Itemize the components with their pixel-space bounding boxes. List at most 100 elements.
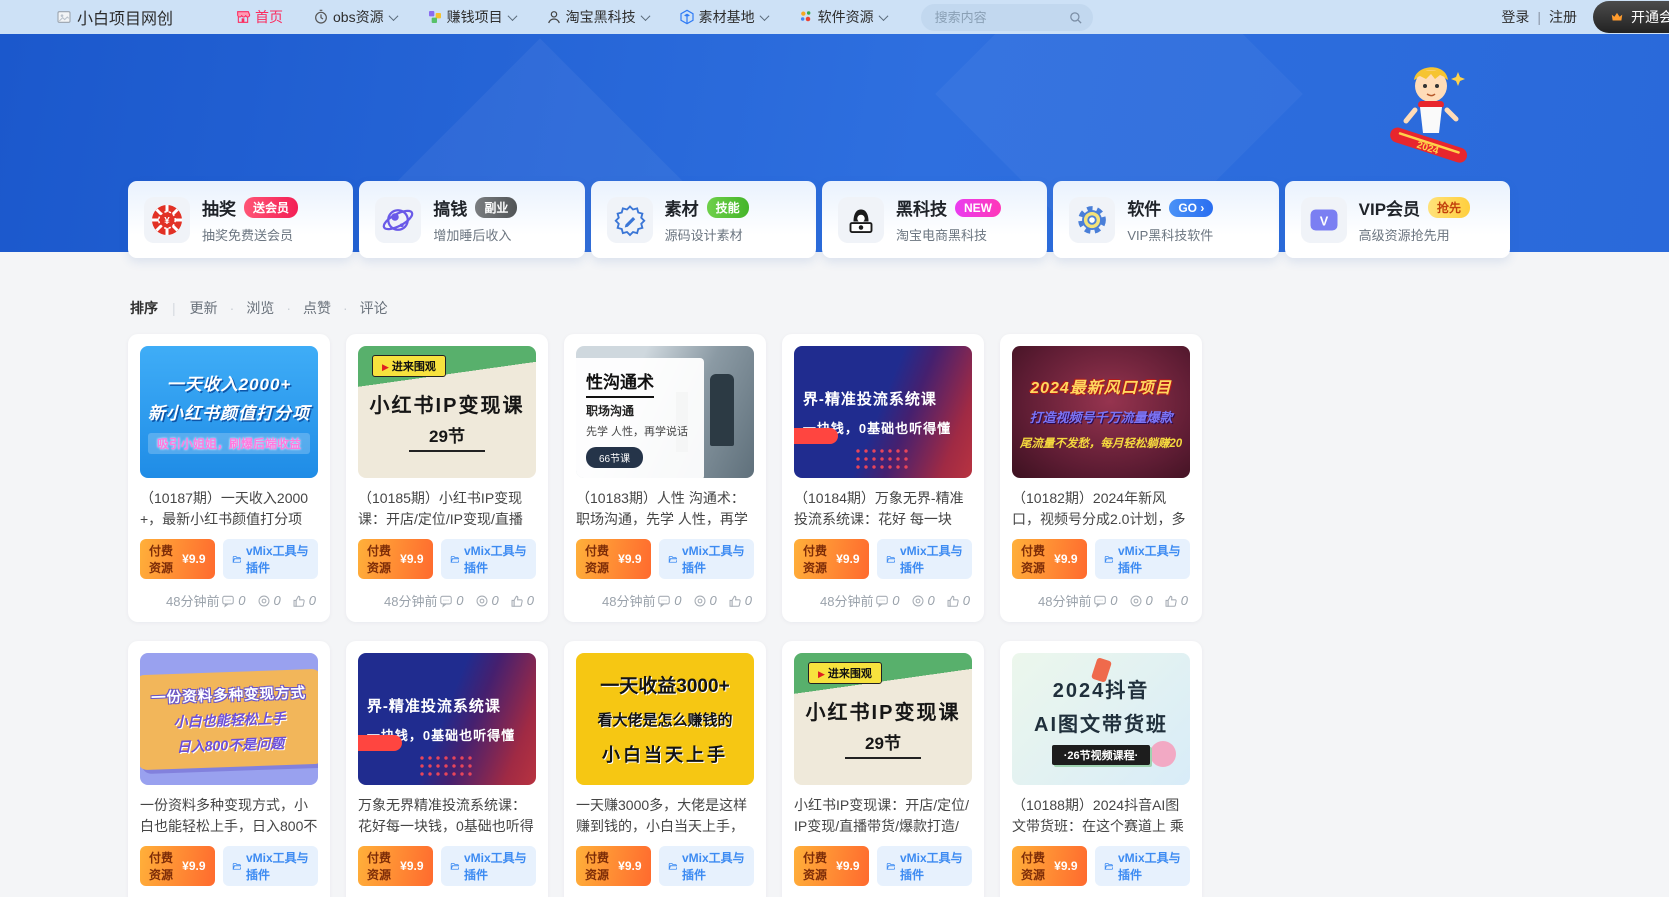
category-tag[interactable]: vMix工具与插件: [1095, 539, 1190, 579]
thumbnail-text-line: 进来围观: [808, 662, 882, 684]
category-tag[interactable]: vMix工具与插件: [1095, 846, 1190, 886]
price-tag-label: 付费资源: [367, 849, 395, 883]
price-tag[interactable]: 付费资源¥9.9: [794, 539, 869, 579]
project-title[interactable]: （10188期）2024抖音AI图文带货班：在这个赛道上 乘风破...: [1012, 795, 1190, 837]
price-tag[interactable]: 付费资源¥9.9: [1012, 846, 1087, 886]
price-tag[interactable]: 付费资源¥9.9: [140, 846, 215, 886]
sort-option[interactable]: 评论: [331, 298, 388, 318]
project-card[interactable]: 进来围观小红书IP变现课29节 （10185期）小红书IP变现课：开店/定位/I…: [346, 334, 548, 622]
sort-option[interactable]: 更新: [190, 298, 218, 318]
price-tag[interactable]: 付费资源¥9.9: [576, 539, 651, 579]
project-thumbnail[interactable]: 一天收入2000+新小红书颜值打分项吸引小姐姐，刷爆后端收益: [140, 346, 318, 478]
category-tag[interactable]: vMix工具与插件: [659, 846, 754, 886]
feature-card-hacker[interactable]: 黑科技 NEW 淘宝电商黑科技: [822, 181, 1047, 258]
price-tag[interactable]: 付费资源¥9.9: [576, 846, 651, 886]
category-tag[interactable]: vMix工具与插件: [877, 846, 972, 886]
category-tag[interactable]: vMix工具与插件: [223, 539, 318, 579]
feature-icon-box: V: [1301, 197, 1347, 243]
project-title[interactable]: 一份资料多种变现方式，小白也能轻松上手，日入800不是问题: [140, 795, 318, 837]
project-thumbnail[interactable]: 界-精准投流系统课一块钱，0基础也听得懂: [358, 653, 536, 785]
project-title[interactable]: （10182期）2024年新风口，视频号分成2.0计划，多种玩...: [1012, 488, 1190, 530]
project-card[interactable]: 2024最新风口项目打造视频号千万流量爆款尾流量不发愁，每月轻松躺赚20 （10…: [1000, 334, 1202, 622]
tag-row: 付费资源¥9.9 vMix工具与插件: [358, 846, 536, 886]
nav-item-obs[interactable]: obs资源: [313, 7, 397, 27]
project-card[interactable]: 性沟通术职场沟通先学 人性，再学说话66节课 （10183期）人性 沟通术：职场…: [564, 334, 766, 622]
project-card[interactable]: 界-精准投流系统课一块钱，0基础也听得懂 万象无界精准投流系统课：花好每一块钱，…: [346, 641, 548, 897]
search-box[interactable]: [921, 4, 1093, 31]
price-tag[interactable]: 付费资源¥9.9: [358, 846, 433, 886]
search-icon[interactable]: [1068, 10, 1083, 25]
comment-icon: [439, 594, 453, 608]
nav-item-taobao[interactable]: 淘宝黑科技: [546, 7, 649, 27]
project-title[interactable]: 一天赚3000多，大佬是这样赚到钱的，小白当天上手，穷人...: [576, 795, 754, 837]
thumbnail-text: 界-精准投流系统课一块钱，0基础也听得懂: [367, 695, 515, 744]
price-value: ¥9.9: [400, 552, 423, 566]
project-thumbnail[interactable]: 一天收益3000+看大佬是怎么赚钱的小白当天上手: [576, 653, 754, 785]
project-card[interactable]: 进来围观小红书IP变现课29节 小红书IP变现课：开店/定位/IP变现/直播带货…: [782, 641, 984, 897]
like-count: 0: [510, 593, 534, 608]
project-thumbnail[interactable]: 界-精准投流系统课一块钱，0基础也听得懂: [794, 346, 972, 478]
nav-item-label: obs资源: [333, 7, 384, 27]
category-tag[interactable]: vMix工具与插件: [659, 539, 754, 579]
price-tag[interactable]: 付费资源 ¥9.9: [358, 539, 433, 579]
category-label: vMix工具与插件: [682, 542, 745, 576]
feature-card-material[interactable]: 素材 技能 源码设计素材: [591, 181, 816, 258]
category-tag[interactable]: vMix工具与插件: [877, 539, 972, 579]
register-link[interactable]: 注册: [1549, 7, 1577, 27]
feature-card-lottery[interactable]: ¥ 抽奖 送会员 抽奖免费送会员: [128, 181, 353, 258]
project-title[interactable]: （10183期）人性 沟通术：职场沟通，先学 人性，再学说...: [576, 488, 754, 530]
nav-item-material[interactable]: 素材基地: [679, 7, 768, 27]
thumbnail-text-line: 界-精准投流系统课: [367, 695, 501, 716]
thumbnail-text: 一天收入2000+新小红书颜值打分项吸引小姐姐，刷爆后端收益: [148, 370, 310, 454]
price-tag[interactable]: 付费资源¥9.9: [1012, 539, 1087, 579]
feature-description: 抽奖免费送会员: [202, 225, 298, 244]
project-card[interactable]: 一天收入2000+新小红书颜值打分项吸引小姐姐，刷爆后端收益 （10187期）一…: [128, 334, 330, 622]
project-card[interactable]: 一天收益3000+看大佬是怎么赚钱的小白当天上手 一天赚3000多，大佬是这样赚…: [564, 641, 766, 897]
category-tag[interactable]: vMix工具与插件: [441, 539, 536, 579]
category-tag[interactable]: vMix工具与插件: [441, 846, 536, 886]
project-thumbnail[interactable]: 进来围观小红书IP变现课29节: [794, 653, 972, 785]
nav-item-money[interactable]: 赚钱项目: [427, 7, 516, 27]
project-thumbnail[interactable]: 性沟通术职场沟通先学 人性，再学说话66节课: [576, 346, 754, 478]
feature-card-sideline[interactable]: 搞钱 副业 增加睡后收入: [359, 181, 584, 258]
like-icon: [946, 594, 960, 608]
thumbnail-text-line: 一块钱，0基础也听得懂: [803, 418, 951, 437]
project-title[interactable]: （10184期）万象无界-精准投流系统课：花好 每一块钱，0...: [794, 488, 972, 530]
tag-row: 付费资源¥9.9 vMix工具与插件: [140, 846, 318, 886]
project-thumbnail[interactable]: 2024最新风口项目打造视频号千万流量爆款尾流量不发愁，每月轻松躺赚20: [1012, 346, 1190, 478]
login-link[interactable]: 登录: [1501, 7, 1529, 27]
nav-item-home[interactable]: 首页: [235, 7, 283, 27]
sort-option[interactable]: 浏览: [218, 298, 275, 318]
price-tag-label: 付费资源: [367, 542, 395, 576]
feature-card-vip[interactable]: V VIP会员 抢先 高级资源抢先用: [1285, 181, 1510, 258]
like-count: 0: [728, 593, 752, 608]
feature-icon-box: ¥: [144, 197, 190, 243]
project-thumbnail[interactable]: 一份资料多种变现方式小白也能轻松上手日入800不是问题: [140, 653, 318, 785]
site-logo[interactable]: 小白项目网创: [55, 5, 173, 29]
price-tag[interactable]: 付费资源¥9.9: [794, 846, 869, 886]
thumbnail-text: 2024抖音AI图文带货班·26节视频课程·: [1034, 674, 1168, 765]
project-card[interactable]: 界-精准投流系统课一块钱，0基础也听得懂 （10184期）万象无界-精准投流系统…: [782, 334, 984, 622]
project-title[interactable]: 小红书IP变现课：开店/定位/IP变现/直播带货/爆款打造/涨价...: [794, 795, 972, 837]
project-thumbnail[interactable]: 进来围观小红书IP变现课29节: [358, 346, 536, 478]
project-title[interactable]: （10185期）小红书IP变现课：开店/定位/IP变现/直播带货/...: [358, 488, 536, 530]
tag-row: 付费资源¥9.9 vMix工具与插件: [794, 539, 972, 579]
feature-card-software[interactable]: 软件 GO › VIP黑科技软件: [1053, 181, 1278, 258]
project-title[interactable]: 万象无界精准投流系统课：花好每一块钱，0基础也听得懂（...: [358, 795, 536, 837]
nav-item-label: 首页: [255, 7, 283, 27]
thumbnail-text: 一份资料多种变现方式小白也能轻松上手日入800不是问题: [140, 668, 318, 769]
category-label: vMix工具与插件: [246, 542, 309, 576]
category-tag[interactable]: vMix工具与插件: [223, 846, 318, 886]
project-card[interactable]: 2024抖音AI图文带货班·26节视频课程· （10188期）2024抖音AI图…: [1000, 641, 1202, 897]
eye-icon: [693, 594, 707, 608]
lottery-wheel-icon: ¥: [149, 202, 185, 238]
thumbnail-text-line: 小白当天上手: [602, 741, 728, 767]
project-card[interactable]: 一份资料多种变现方式小白也能轻松上手日入800不是问题 一份资料多种变现方式，小…: [128, 641, 330, 897]
price-tag[interactable]: 付费资源¥9.9: [140, 539, 215, 579]
nav-item-software[interactable]: 软件资源: [798, 7, 887, 27]
sort-option[interactable]: 点赞: [274, 298, 331, 318]
open-vip-button[interactable]: 开通会员: [1593, 1, 1669, 33]
project-title[interactable]: （10187期）一天收入2000+，最新小红书颜值打分项目，吸...: [140, 488, 318, 530]
project-thumbnail[interactable]: 2024抖音AI图文带货班·26节视频课程·: [1012, 653, 1190, 785]
search-input[interactable]: [935, 10, 1068, 25]
